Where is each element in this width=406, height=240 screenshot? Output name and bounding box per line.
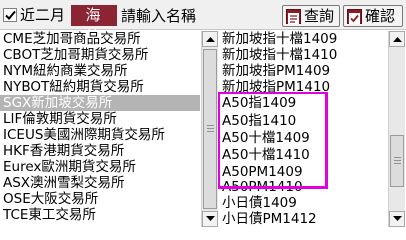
exchange-item[interactable]: NYM紐約商業交易所 [0, 63, 200, 79]
product-item[interactable]: 小日債1409 [219, 195, 387, 211]
product-item[interactable]: A50指1409 [219, 95, 387, 111]
exchange-item-selected[interactable]: SGX新加坡交易所 [0, 95, 200, 111]
product-item[interactable]: A50十檔1409 [219, 130, 387, 146]
scroll-up-button[interactable] [389, 31, 405, 47]
arrow-up-icon [206, 37, 215, 42]
arrow-down-icon [393, 216, 402, 221]
product-item[interactable]: 新加坡指PM1410 [219, 79, 387, 95]
product-item[interactable]: A50指1410 [219, 113, 387, 129]
product-item[interactable]: 小日債PM1412 [219, 211, 387, 227]
overseas-tab[interactable]: 海 外 [71, 5, 117, 45]
product-item[interactable]: 新加坡指十檔1409 [219, 31, 387, 47]
exchange-item[interactable]: ASX澳洲雪梨交易所 [0, 175, 200, 191]
contract-picker: 近二月 海 外 查詢 確認 CME芝加哥商品交易所 CBO [0, 0, 406, 227]
scroll-thumb[interactable] [390, 135, 404, 187]
search-input[interactable] [119, 5, 277, 26]
exchange-item[interactable]: NYBOT紐約期貨交易所 [0, 79, 200, 95]
exchange-item[interactable]: HKF香港期貨交易所 [0, 143, 200, 159]
product-item[interactable]: A50PM1410 [219, 179, 387, 195]
product-item[interactable]: 新加坡指PM1409 [219, 63, 387, 79]
exchange-item[interactable]: Eurex歐洲期貨交易所 [0, 159, 200, 175]
product-item[interactable]: A50PM1409 [219, 164, 387, 180]
exchange-item[interactable]: ICEUS美國洲際期貨交易所 [0, 127, 200, 143]
exchange-item[interactable]: OSE大阪交易所 [0, 191, 200, 207]
product-item[interactable]: A50十檔1410 [219, 147, 387, 163]
product-item[interactable]: 新加坡指十檔1410 [219, 47, 387, 63]
query-icon [286, 9, 301, 24]
exchange-list: CME芝加哥商品交易所 CBOT芝加哥期貨交易所 NYM紐約商業交易所 NYBO… [0, 31, 200, 227]
confirm-check-icon [347, 9, 362, 24]
confirm-label: 確認 [365, 7, 396, 25]
scroll-down-button[interactable] [202, 211, 218, 227]
recent-two-months-checkbox[interactable] [3, 8, 17, 22]
arrow-up-icon [393, 37, 402, 42]
exchange-item[interactable]: TCE東工交易所 [0, 207, 200, 223]
exchange-item[interactable]: LIF倫敦期貨交易所 [0, 111, 200, 127]
exchange-list-scrollbar[interactable] [201, 31, 218, 227]
confirm-button[interactable]: 確認 [343, 5, 403, 27]
query-button[interactable]: 查詢 [282, 5, 340, 27]
exchange-item[interactable]: CME芝加哥商品交易所 [0, 31, 200, 47]
scroll-up-button[interactable] [202, 31, 218, 47]
exchange-item[interactable]: CBOT芝加哥期貨交易所 [0, 47, 200, 63]
scroll-thumb[interactable] [203, 49, 217, 209]
scroll-down-button[interactable] [389, 211, 405, 227]
product-list-scrollbar[interactable] [388, 31, 405, 227]
check-icon [5, 10, 16, 20]
arrow-down-icon [206, 216, 215, 221]
toolbar: 近二月 海 外 查詢 確認 [0, 0, 406, 45]
query-label: 查詢 [304, 7, 335, 25]
checkbox-label: 近二月 [20, 6, 66, 24]
product-list: 新加坡指十檔1409 新加坡指十檔1410 新加坡指PM1409 新加坡指PM1… [219, 31, 387, 227]
